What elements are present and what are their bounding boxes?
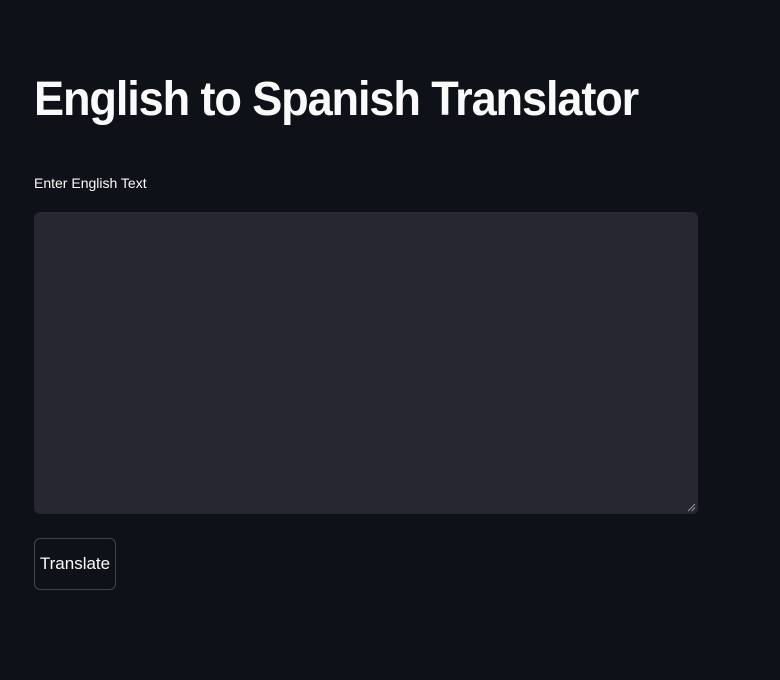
english-text-label: Enter English Text — [34, 175, 147, 191]
translate-button[interactable]: Translate — [34, 538, 116, 590]
english-text-input[interactable] — [34, 212, 698, 514]
english-text-area-container — [34, 212, 698, 514]
page-title: English to Spanish Translator — [34, 73, 639, 126]
resize-handle-icon[interactable] — [687, 503, 696, 512]
